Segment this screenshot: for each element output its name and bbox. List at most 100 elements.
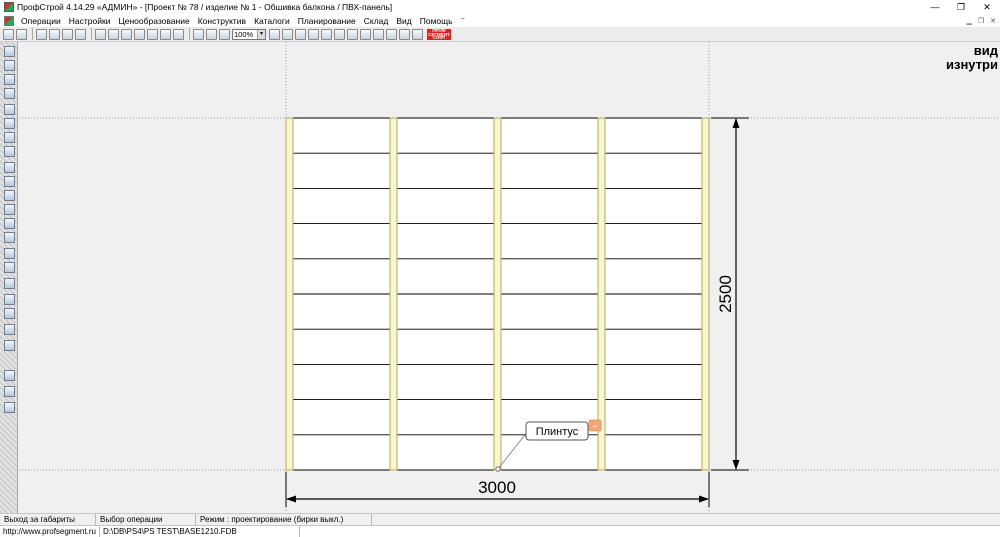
toolbar-print-button[interactable] [49, 28, 60, 40]
toolbar-grid-button[interactable] [373, 28, 384, 40]
mdi-restore-icon[interactable]: ❐ [978, 17, 984, 25]
sidebar-tool-7-button[interactable] [4, 132, 15, 143]
toolbar-paste-button[interactable] [75, 28, 86, 40]
status-bar: Выход за габариты Выбор операции Режим :… [0, 513, 1000, 525]
toolbar-open-button[interactable] [3, 28, 14, 40]
sidebar-tool-9-button[interactable] [4, 162, 15, 173]
minimize-button[interactable]: — [922, 0, 948, 14]
sidebar-tool-20-button[interactable] [4, 324, 15, 335]
toolbar-calc-button[interactable] [108, 28, 119, 40]
toolbar-report-button[interactable] [334, 28, 345, 40]
toolbar: 100% ▾ ПРОФ СЕГМЕНТ СОФТ [0, 27, 1000, 42]
sidebar-tool-22-button[interactable] [4, 370, 15, 381]
menu-pricing[interactable]: Ценообразование [114, 16, 193, 26]
toolbar-page-button[interactable] [360, 28, 371, 40]
toolbar-draw-button[interactable] [147, 28, 158, 40]
callout-anchor [495, 466, 501, 472]
sidebar-tool-2-button[interactable] [4, 60, 15, 71]
profsegment-logo: ПРОФ СЕГМЕНТ СОФТ [427, 28, 451, 40]
height-dimension: 2500 [711, 117, 749, 471]
toolbar-clock-button[interactable] [282, 28, 293, 40]
sidebar-tool-5-button[interactable] [4, 104, 15, 115]
window-title: ПрофСтрой 4.14.29 «АДМИН» - [Проект № 78… [17, 2, 393, 12]
toolbar-monitor-button[interactable] [386, 28, 397, 40]
left-tool-palette [0, 42, 18, 513]
vertical-post[interactable] [701, 117, 710, 471]
document-icon[interactable] [4, 15, 14, 26]
toolbar-book-button[interactable] [412, 28, 423, 40]
view-label-line1: вид [973, 43, 998, 58]
chevron-down-icon[interactable]: ▾ [257, 29, 265, 39]
menu-catalogs[interactable]: Каталоги [250, 16, 294, 26]
toolbar-image-button[interactable] [121, 28, 132, 40]
sidebar-tool-14-button[interactable] [4, 232, 15, 243]
sidebar-tool-3-button[interactable] [4, 74, 15, 85]
toolbar-save-button[interactable] [16, 28, 27, 40]
toolbar-table-button[interactable] [95, 28, 106, 40]
sidebar-tool-23-button[interactable] [4, 386, 15, 397]
width-dim-text: 3000 [478, 478, 516, 497]
callout-label: Плинтус [536, 426, 579, 438]
toolbar-labels-button[interactable] [321, 28, 332, 40]
menu-operations[interactable]: Операции [17, 16, 65, 26]
sidebar-tool-12-button[interactable] [4, 204, 15, 215]
vertical-post[interactable] [493, 117, 502, 471]
menu-planning[interactable]: Планирование [294, 16, 360, 26]
sidebar-tool-17-button[interactable] [4, 278, 15, 289]
toolbar-measure-button[interactable] [206, 28, 217, 40]
toolbar-separator [91, 28, 92, 40]
menu-warehouse[interactable]: Склад [360, 16, 393, 26]
close-button[interactable]: ✕ [974, 0, 1000, 14]
sidebar-tool-24-button[interactable] [4, 402, 15, 413]
toolbar-copy-button[interactable] [62, 28, 73, 40]
vertical-post[interactable] [597, 117, 606, 471]
sidebar-tool-11-button[interactable] [4, 190, 15, 201]
website-link[interactable]: http://www.profsegment.ru [0, 526, 100, 537]
menu-settings[interactable]: Настройки [65, 16, 115, 26]
menu-view[interactable]: Вид [392, 16, 415, 26]
toolbar-tools-button[interactable] [219, 28, 230, 40]
sidebar-tool-18-button[interactable] [4, 294, 15, 305]
database-path: D:\DB\PS4\PS TEST\BASE1210.FDB [100, 526, 300, 537]
zoom-select[interactable]: 100% ▾ [232, 28, 266, 40]
sidebar-tool-8-button[interactable] [4, 146, 15, 157]
mdi-controls: ▁ ❐ ✕ [966, 14, 996, 27]
sidebar-tool-4-button[interactable] [4, 88, 15, 99]
toolbar-settings-button[interactable] [295, 28, 306, 40]
toolbar-calculator-button[interactable] [399, 28, 410, 40]
toolbar-pick-button[interactable] [160, 28, 171, 40]
sidebar-tool-10-button[interactable] [4, 176, 15, 187]
view-label: вид изнутри [946, 44, 998, 72]
status-operation: Выбор операции [96, 514, 196, 525]
toolbar-layers-button[interactable] [134, 28, 145, 40]
sidebar-tool-13-button[interactable] [4, 218, 15, 229]
drawing-canvas[interactable]: 3000 2500 Плинтус − вид изнутри [19, 42, 1000, 513]
toolbar-refresh-button[interactable] [269, 28, 280, 40]
toolbar-doc-button[interactable] [347, 28, 358, 40]
info-bar: http://www.profsegment.ru D:\DB\PS4\PS T… [0, 525, 1000, 537]
menu-help[interactable]: Помощь [416, 16, 457, 26]
sidebar-tool-6-button[interactable] [4, 118, 15, 129]
construction-drawing: 3000 2500 Плинтус − [19, 42, 1000, 513]
sidebar-tool-15-button[interactable] [4, 248, 15, 259]
vertical-post[interactable] [389, 117, 398, 471]
restore-button[interactable]: ❐ [948, 0, 974, 14]
toolbar-preview-button[interactable] [36, 28, 47, 40]
mdi-minimize-icon[interactable]: ▁ [966, 17, 971, 25]
vertical-post[interactable] [285, 117, 294, 471]
menu-construction[interactable]: Конструктив [194, 16, 250, 26]
window-controls: — ❐ ✕ [922, 0, 1000, 14]
toolbar-separator [32, 28, 33, 40]
sidebar-tool-19-button[interactable] [4, 308, 15, 319]
menu-extra[interactable]: ⁻ [457, 15, 470, 26]
toolbar-zoom-out-button[interactable] [193, 28, 204, 40]
toolbar-compare-button[interactable] [308, 28, 319, 40]
width-dimension: 3000 [285, 472, 710, 507]
mdi-close-icon[interactable]: ✕ [990, 17, 996, 25]
app-icon[interactable] [4, 2, 14, 12]
view-label-line2: изнутри [946, 57, 998, 72]
sidebar-tool-16-button[interactable] [4, 262, 15, 273]
toolbar-zoom-in-button[interactable] [173, 28, 184, 40]
sidebar-tool-21-button[interactable] [4, 340, 15, 351]
sidebar-tool-1-button[interactable] [4, 46, 15, 57]
